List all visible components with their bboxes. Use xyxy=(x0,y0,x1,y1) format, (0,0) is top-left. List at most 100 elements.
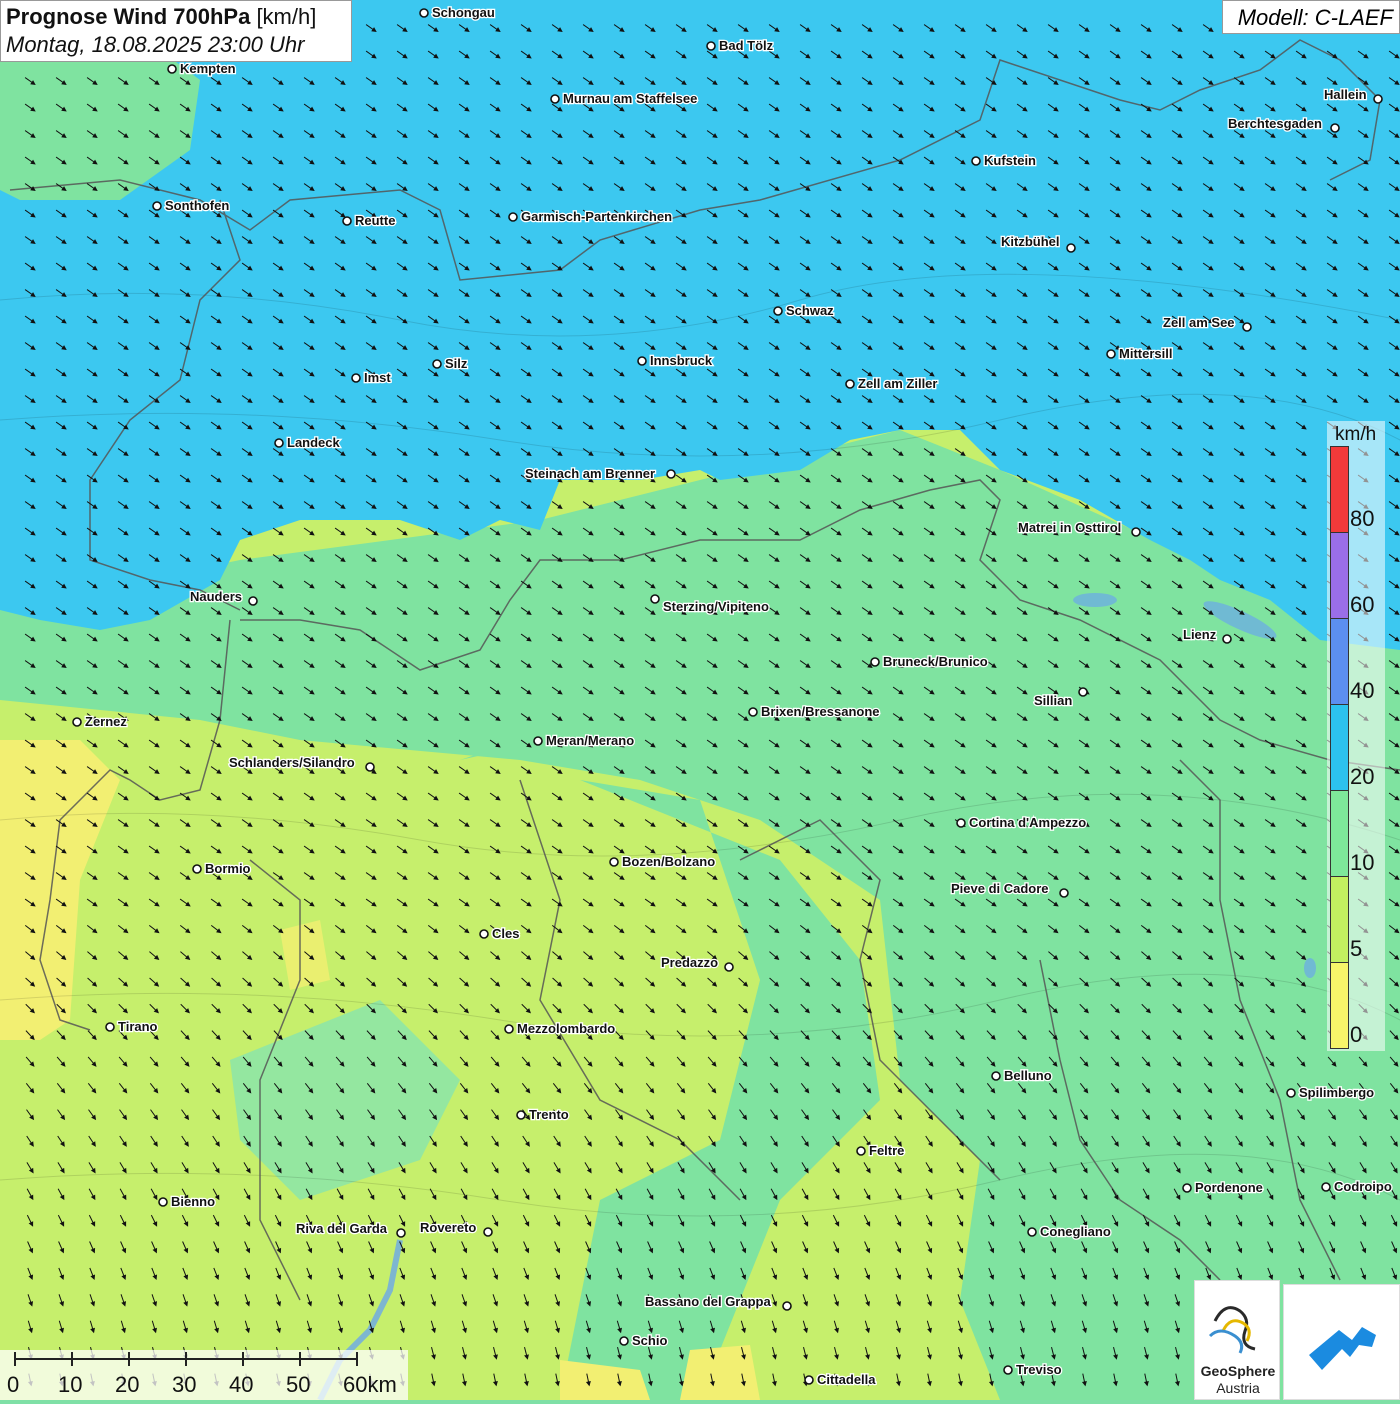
legend-segment xyxy=(1330,532,1349,619)
scale-label: 30 xyxy=(172,1372,197,1397)
city-label: Landeck xyxy=(287,435,341,450)
city-dot xyxy=(342,216,352,226)
city-dot xyxy=(773,306,783,316)
city-dot xyxy=(152,201,162,211)
city-dot xyxy=(419,8,429,18)
model-label: Modell: C-LAEF xyxy=(1222,0,1400,34)
city-label: Cittadella xyxy=(817,1372,876,1387)
scale-tick xyxy=(242,1352,244,1366)
city-marker[interactable]: Mezzolombardo xyxy=(504,1020,617,1037)
city-dot xyxy=(248,596,258,606)
city-label: Bassano del Grappa xyxy=(645,1294,771,1309)
city-marker[interactable]: Bruneck/Brunico xyxy=(870,653,989,670)
city-label: Schongau xyxy=(432,5,495,20)
city-label: Berchtesgaden xyxy=(1228,116,1322,131)
city-label: Steinach am Brenner xyxy=(525,466,655,481)
scale-label: 50 xyxy=(286,1372,311,1397)
city-dot xyxy=(870,657,880,667)
city-dot xyxy=(650,594,660,604)
scale-label: 60km xyxy=(343,1372,397,1397)
legend-label: 60 xyxy=(1350,592,1375,617)
wind-map[interactable]: Schongau Bad Tölz Kempten Murnau am Staffel… xyxy=(0,0,1400,1400)
city-dot xyxy=(1003,1365,1013,1375)
city-label: Sillian xyxy=(1034,693,1072,708)
city-marker[interactable]: Bozen/Bolzano xyxy=(609,853,717,870)
app-logo-icon xyxy=(1309,1327,1376,1370)
city-label: Bad Tölz xyxy=(719,38,774,53)
city-label: Innsbruck xyxy=(650,353,713,368)
legend-segment xyxy=(1330,618,1349,705)
scale-label: 0 xyxy=(7,1372,20,1397)
city-label: Mittersill xyxy=(1119,346,1172,361)
map-title: Prognose Wind 700hPa [km/h] xyxy=(6,4,346,30)
city-label: Hallein xyxy=(1324,87,1367,102)
legend-label: 80 xyxy=(1350,506,1375,531)
city-label: Nauders xyxy=(190,589,242,604)
city-dot xyxy=(804,1375,814,1385)
scale-tick xyxy=(128,1352,130,1366)
scale-label: 10 xyxy=(58,1372,83,1397)
title-unit: [km/h] xyxy=(256,4,317,29)
city-dot xyxy=(724,962,734,972)
city-marker[interactable]: Innsbruck xyxy=(637,352,714,369)
scale-tick xyxy=(14,1352,16,1366)
scale-tick xyxy=(299,1352,301,1366)
city-marker[interactable]: Cortina d'Ampezzo xyxy=(956,814,1088,831)
city-label: Pordenone xyxy=(1195,1180,1263,1195)
city-label: Bruneck/Brunico xyxy=(883,654,988,669)
city-marker[interactable]: Schongau xyxy=(419,4,496,21)
city-label: Belluno xyxy=(1004,1068,1052,1083)
city-dot xyxy=(351,373,361,383)
city-label: Schio xyxy=(632,1333,667,1348)
city-label: Conegliano xyxy=(1040,1224,1111,1239)
city-label: Cortina d'Ampezzo xyxy=(969,815,1086,830)
city-dot xyxy=(432,359,442,369)
city-dot xyxy=(748,707,758,717)
city-label: Bormio xyxy=(205,861,251,876)
city-dot xyxy=(991,1071,1001,1081)
geosphere-logo[interactable]: GeoSphere Austria xyxy=(1194,1280,1280,1400)
city-label: Trento xyxy=(529,1107,569,1122)
city-marker[interactable]: Meran/Merano xyxy=(533,732,635,749)
city-dot xyxy=(365,762,375,772)
city-marker[interactable]: Pordenone xyxy=(1182,1179,1264,1196)
city-dot xyxy=(619,1336,629,1346)
city-marker[interactable]: Bassano del Grappa xyxy=(644,1293,792,1311)
city-dot xyxy=(508,212,518,222)
city-label: Sonthofen xyxy=(165,198,229,213)
city-marker[interactable]: Zell am Ziller xyxy=(845,375,939,392)
city-dot xyxy=(706,41,716,51)
city-marker[interactable]: Sonthofen xyxy=(152,197,231,214)
city-label: Silz xyxy=(445,356,468,371)
city-dot xyxy=(971,156,981,166)
city-label: Lienz xyxy=(1183,627,1217,642)
city-dot xyxy=(1330,123,1340,133)
city-label: Garmisch-Partenkirchen xyxy=(521,209,672,224)
city-label: Predazzo xyxy=(661,955,718,970)
city-label: Brixen/Bressanone xyxy=(761,704,880,719)
city-marker[interactable]: Conegliano xyxy=(1027,1223,1112,1240)
city-label: Zell am Ziller xyxy=(858,376,937,391)
city-dot xyxy=(1059,888,1069,898)
city-marker[interactable]: Spilimbergo xyxy=(1286,1084,1375,1101)
city-dot xyxy=(167,64,177,74)
legend-label: 40 xyxy=(1350,678,1375,703)
city-dot xyxy=(1131,527,1141,537)
city-dot xyxy=(1078,687,1088,697)
city-dot xyxy=(1286,1088,1296,1098)
app-logo[interactable] xyxy=(1283,1284,1400,1400)
city-dot xyxy=(550,94,560,104)
city-marker[interactable]: Garmisch-Partenkirchen xyxy=(508,208,673,225)
city-dot xyxy=(479,929,489,939)
city-marker[interactable]: Schlanders/Silandro xyxy=(228,754,375,772)
city-label: Spilimbergo xyxy=(1299,1085,1374,1100)
city-marker[interactable]: Murnau am Staffelsee xyxy=(550,90,699,107)
city-label: Sterzing/Vipiteno xyxy=(663,599,769,614)
city-label: Meran/Merano xyxy=(546,733,634,748)
city-marker[interactable]: Steinach am Brenner xyxy=(524,465,676,482)
city-dot xyxy=(1027,1227,1037,1237)
city-marker[interactable]: Brixen/Bressanone xyxy=(748,703,881,720)
city-label: Imst xyxy=(364,370,391,385)
city-dot xyxy=(1222,634,1232,644)
forecast-datetime: Montag, 18.08.2025 23:00 Uhr xyxy=(6,32,305,57)
